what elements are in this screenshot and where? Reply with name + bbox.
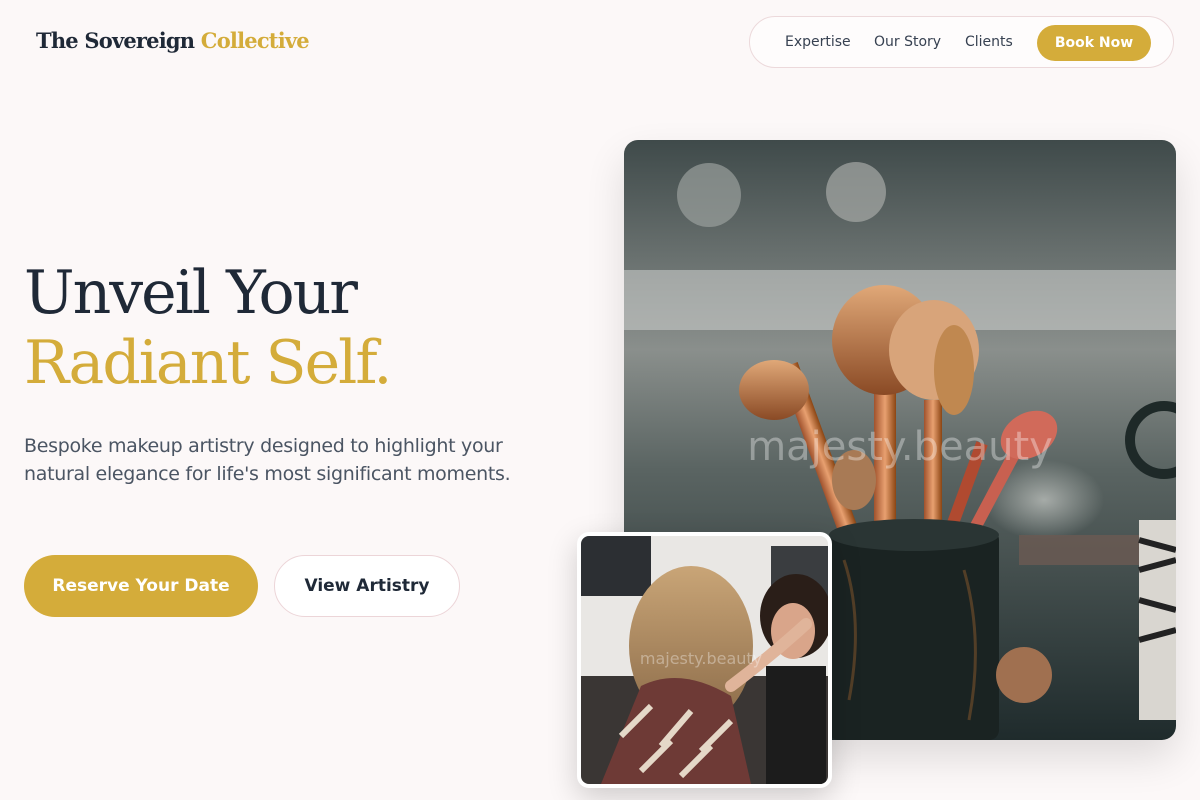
brand-logo[interactable]: The Sovereign Collective [36,28,310,53]
nav-link-expertise[interactable]: Expertise [785,34,851,50]
logo-accent-text: Collective [200,28,310,53]
nav-link-clients[interactable]: Clients [965,34,1013,50]
hero-title-line2: Radiant Self. [24,328,392,398]
nav-link-our-story[interactable]: Our Story [874,34,941,50]
book-now-button[interactable]: Book Now [1037,25,1151,61]
artist-at-work-photo: majesty.beauty [577,532,832,788]
hero-title-line1: Unveil Your [24,258,358,328]
hero-title: Unveil Your Radiant Self. [24,258,392,398]
logo-main-text: The Sovereign [36,28,195,53]
main-nav: Expertise Our Story Clients Book Now [749,16,1174,68]
hero-subtitle: Bespoke makeup artistry designed to high… [24,435,511,485]
main-photo-watermark: majesty.beauty [747,424,1053,470]
view-artistry-button[interactable]: View Artistry [274,555,460,617]
inset-photo-watermark: majesty.beauty [640,649,762,668]
reserve-date-button[interactable]: Reserve Your Date [24,555,258,617]
